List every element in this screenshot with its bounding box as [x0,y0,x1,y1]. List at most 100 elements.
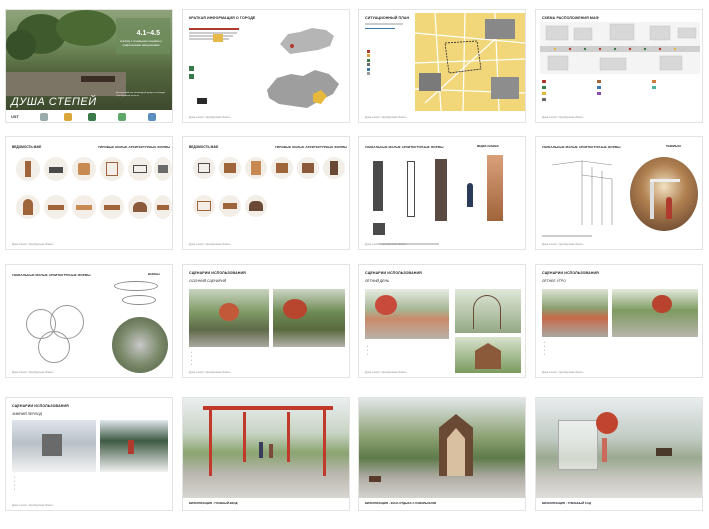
maf-item [193,157,215,179]
scenario-photo [455,337,521,373]
scenario-photo [455,289,521,333]
slide-footer: Душа степей - Оренбургская область [365,116,407,119]
maf-item [44,195,68,219]
slide-maf-list-2[interactable]: ВЕДОМОСТЬ МАФ ТИПОВЫЕ МАЛЫЕ АРХИТЕКТУРНЫ… [182,136,350,250]
slide-title: СЦЕНАРИИ ИСПОЛЬЗОВАНИЯ [189,271,246,275]
slide-title: УНИКАЛЬНЫЕ МАЛЫЕ АРХИТЕКТУРНЫЕ ФОРМЫ [365,145,444,149]
slide-maf-unique-2[interactable]: УНИКАЛЬНЫЕ МАЛЫЕ АРХИТЕКТУРНЫЕ ФОРМЫ ПАВ… [535,136,703,250]
slide-footer: Душа степей - Оренбургская область [365,371,407,374]
slide-maf-unique-1[interactable]: УНИКАЛЬНЫЕ МАЛЫЕ АРХИТЕКТУРНЫЕ ФОРМЫ МЕД… [358,136,526,250]
maf-item [16,195,40,219]
maf-item [193,195,215,217]
slide-viz-arch[interactable]: ВИЗУАЛИЗАЦИЯ - ЗОНА ОТДЫХА С ПАВИЛЬОНОМ [358,397,526,511]
bench-shape [81,76,115,82]
legend-swatch [189,74,194,79]
region-logo [64,113,72,121]
slide-title: УНИКАЛЬНЫЕ МАЛЫЕ АРХИТЕКТУРНЫЕ ФОРМЫ [12,273,91,277]
slide-title: СХЕМА РАСПОЛОЖЕНИЯ МАФ [542,16,599,20]
tree-shape [6,30,36,60]
scenario-name: ЗИМНИЙ ПЕРИОД [12,412,42,416]
maf-item [271,157,293,179]
planter-drawing [114,281,158,291]
maf-item [72,157,96,181]
canopy-render [630,157,698,231]
pillar-section [373,223,385,235]
slide-footer: Душа степей - Оренбургская область [189,243,231,246]
slide-subtitle: ПАВИЛЬОН [666,145,682,148]
slide-subtitle: ВЕДОМОСТЬ МАФ [12,145,42,149]
slide-subtitle: ВАЗОНЫ [148,273,160,276]
legend-swatch [189,66,194,71]
slide-maf-scheme[interactable]: СХЕМА РАСПОЛОЖЕНИЯ МАФ Душа степей - Оре… [535,9,703,123]
slide-footer: Душа степей - Оренбургская область [12,504,54,507]
slide-maf-list-1[interactable]: ВЕДОМОСТЬ МАФ ТИПОВЫЕ МАЛЫЕ АРХИТЕКТУРНЫ… [5,136,173,250]
situation-map [415,13,525,111]
maf-item [128,195,152,219]
maf-item [219,195,241,217]
slide-scenario-spring[interactable]: СЦЕНАРИИ ИСПОЛЬЗОВАНИЯ ЛЕТНЕЕ УТРО Душа … [535,264,703,378]
scenario-bullets [191,351,311,367]
maf-item [154,157,172,181]
ministry-logo [148,113,156,121]
scenario-photo [273,289,345,347]
pillar-drawing [373,161,383,211]
maf-item [72,195,96,219]
slide-footer: Душа степей - Оренбургская область [542,371,584,374]
scenario-name: ЛЕТНЕЕ УТРО [542,279,566,283]
scheme-plan [540,22,700,74]
viz-title: ВИЗУАЛИЗАЦИЯ - ТУМАННЫЙ САД [542,501,591,505]
cover-small-text: Благоустройство пешеходной улицы и площа… [116,92,165,97]
pillar-render [487,155,503,221]
scenario-photo [612,289,698,337]
maf-item [100,157,124,181]
pillar-elevation [407,161,415,217]
scenario-photo [100,420,168,472]
scenario-photo [542,289,608,337]
maf-item [44,157,68,181]
pillar-3d [435,159,447,221]
viz-render [536,398,702,498]
slide-title: КРАТКАЯ ИНФОРМАЦИЯ О ГОРОДЕ [189,16,256,20]
maf-item [154,195,172,219]
slide-scenario-autumn[interactable]: СЦЕНАРИИ ИСПОЛЬЗОВАНИЯ ОСЕННИЙ СЦЕНАРИЙ … [182,264,350,378]
scenario-bullets [14,476,134,492]
scenario-name: ЛЕТНИЙ ДЕНЬ [365,279,390,283]
slide-viz-main[interactable]: ВИЗУАЛИЗАЦИЯ - ГЛАВНЫЙ ВХОД [182,397,350,511]
cover-label: Альбом с основными схемами и графическим… [120,39,162,47]
slide-footer: Душа степей - Оренбургская область [12,243,54,246]
slide-subtitle: МЕДИА-СКАМЬЯ [477,145,499,148]
slide-footer: Душа степей - Оренбургская область [542,116,584,119]
info-tag [197,98,207,104]
maf-item [245,157,267,179]
region-map [267,70,339,108]
logos-strip [6,110,172,122]
slide-viz-fog[interactable]: ВИЗУАЛИЗАЦИЯ - ТУМАННЫЙ САД [535,397,703,511]
slide-footer: Душа степей - Оренбургская область [365,243,407,246]
tree-shape [56,10,116,46]
slide-scenario-summer[interactable]: СЦЕНАРИИ ИСПОЛЬЗОВАНИЯ ЛЕТНИЙ ДЕНЬ Душа … [358,264,526,378]
slide-title: ТИПОВЫЕ МАЛЫЕ АРХИТЕКТУРНЫЕ ФОРМЫ [98,145,171,149]
caption-line [542,235,592,237]
viz-title: ВИЗУАЛИЗАЦИЯ - ГЛАВНЫЙ ВХОД [189,501,238,505]
scenario-bullets [367,345,451,357]
slide-title: СИТУАЦИОННЫЙ ПЛАН [365,16,410,20]
slide-footer: Душа степей - Оренбургская область [189,116,231,119]
slide-city-info[interactable]: КРАТКАЯ ИНФОРМАЦИЯ О ГОРОДЕ Душа степей … [182,9,350,123]
slide-scenario-winter[interactable]: СЦЕНАРИИ ИСПОЛЬЗОВАНИЯ ЗИМНИЙ ПЕРИОД Душ… [5,397,173,511]
maf-item [16,157,40,181]
maf-item [297,157,319,179]
slide-footer: Душа степей - Оренбургская область [189,371,231,374]
slide-cover[interactable]: 4.1–4.5 Альбом с основными схемами и гра… [5,9,173,123]
viz-render [183,398,349,498]
scenario-name: ОСЕННИЙ СЦЕНАРИЙ [189,279,227,283]
plan-notes [365,22,405,32]
planter-drawing [122,295,156,305]
viz-title: ВИЗУАЛИЗАЦИЯ - ЗОНА ОТДЫХА С ПАВИЛЬОНОМ [365,501,436,505]
slide-title: УНИКАЛЬНЫЕ МАЛЫЕ АРХИТЕКТУРНЫЕ ФОРМЫ [542,145,621,149]
slide-title: СЦЕНАРИИ ИСПОЛЬЗОВАНИЯ [365,271,422,275]
maf-item [100,195,124,219]
slide-title: ТИПОВЫЕ МАЛЫЕ АРХИТЕКТУРНЫЕ ФОРМЫ [275,145,348,149]
slide-title: СЦЕНАРИИ ИСПОЛЬЗОВАНИЯ [12,404,69,408]
slide-situation-plan[interactable]: СИТУАЦИОННЫЙ ПЛАН Душа степей - Оренбург… [358,9,526,123]
slide-maf-unique-3[interactable]: УНИКАЛЬНЫЕ МАЛЫЕ АРХИТЕКТУРНЫЕ ФОРМЫ ВАЗ… [5,264,173,378]
